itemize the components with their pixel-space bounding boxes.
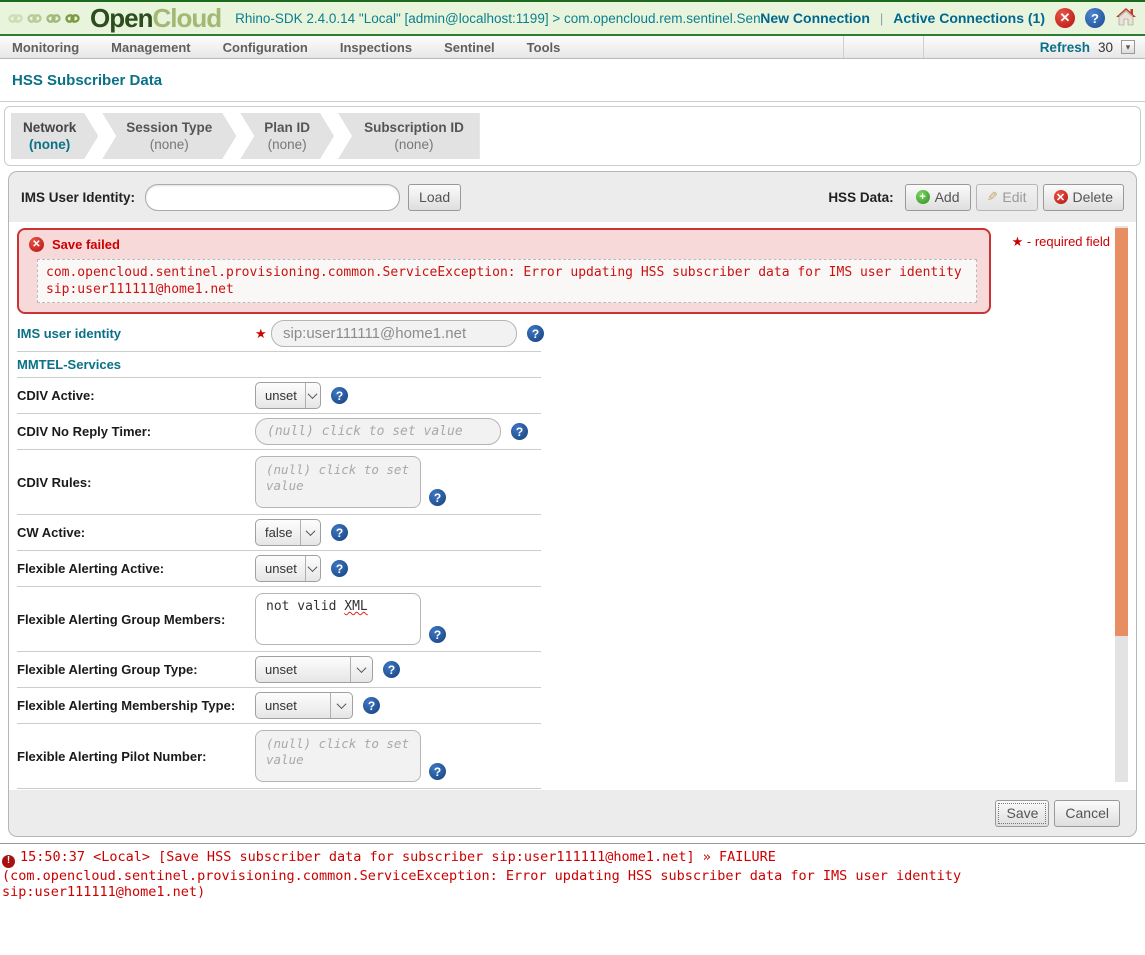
- cdiv-rules-field[interactable]: (null) click to set value: [255, 456, 421, 508]
- help-icon[interactable]: ?: [383, 661, 400, 678]
- menu-sentinel[interactable]: Sentinel: [444, 40, 495, 55]
- menu-configuration[interactable]: Configuration: [223, 40, 308, 55]
- save-button[interactable]: Save: [995, 800, 1049, 827]
- form-row-flexible-alerting-membership-type: Flexible Alerting Membership Type: unset…: [17, 688, 541, 724]
- chevron-down-icon: [301, 529, 320, 536]
- flexible-alerting-pilot-number-field[interactable]: (null) click to set value: [255, 730, 421, 782]
- form-row-cdiv-no-reply-timer: CDIV No Reply Timer: (null) click to set…: [17, 414, 541, 450]
- top-bar: OpenCloud Rhino-SDK 2.4.0.14 "Local" [ad…: [0, 0, 1145, 36]
- menu-bar: Monitoring Management Configuration Insp…: [0, 36, 1145, 59]
- menu-monitoring[interactable]: Monitoring: [12, 40, 79, 55]
- form-row-icb-active: ICB Active: false ?: [17, 789, 541, 790]
- log-line: sip:user111111@home1.net): [2, 884, 1143, 901]
- form-row-flexible-alerting-pilot-number: Flexible Alerting Pilot Number: (null) c…: [17, 724, 541, 789]
- hss-data-label: HSS Data:: [828, 190, 893, 205]
- hss-subscriber-panel: IMS User Identity: Load HSS Data: +Add ✎…: [8, 171, 1137, 837]
- flexible-alerting-membership-type-select[interactable]: unset: [255, 692, 353, 719]
- new-connection-link[interactable]: New Connection: [760, 10, 870, 26]
- scrollbar-thumb[interactable]: [1115, 228, 1128, 636]
- chevron-down-icon: [306, 565, 321, 572]
- form-row-cdiv-rules: CDIV Rules: (null) click to set value ?: [17, 450, 541, 515]
- x-icon: ✕: [1054, 190, 1068, 204]
- help-icon[interactable]: ?: [331, 387, 348, 404]
- cdiv-active-select[interactable]: unset: [255, 382, 321, 409]
- error-detail: com.opencloud.sentinel.provisioning.comm…: [37, 259, 977, 303]
- session-info: Rhino-SDK 2.4.0.14 "Local" [admin@localh…: [235, 11, 760, 26]
- required-field-note: ★ - required field: [1012, 234, 1110, 250]
- field-label: IMS user identity: [17, 326, 255, 341]
- form-row-flexible-alerting-group-members: Flexible Alerting Group Members: not val…: [17, 587, 541, 652]
- flexible-alerting-group-members-field[interactable]: not valid XML: [255, 593, 421, 645]
- panel-toolbar: IMS User Identity: Load HSS Data: +Add ✎…: [9, 172, 1136, 222]
- refresh-interval-stepper[interactable]: ▾: [1121, 40, 1135, 54]
- form-row-flexible-alerting-group-type: Flexible Alerting Group Type: unset ?: [17, 652, 541, 688]
- breadcrumb-step-subscription-id[interactable]: Subscription ID (none): [338, 113, 480, 159]
- form-row-cdiv-active: CDIV Active: unset ?: [17, 378, 541, 414]
- help-icon[interactable]: ?: [331, 560, 348, 577]
- ims-user-identity-input[interactable]: [145, 184, 400, 211]
- refresh-interval: 30: [1098, 40, 1113, 55]
- panel-body: ✕ Save failed com.opencloud.sentinel.pro…: [9, 222, 1136, 790]
- help-icon[interactable]: ?: [429, 626, 446, 643]
- load-button[interactable]: Load: [408, 184, 461, 211]
- help-icon[interactable]: ?: [429, 489, 446, 506]
- help-icon[interactable]: ?: [363, 697, 380, 714]
- title-bar: HSS Subscriber Data: [0, 59, 1145, 102]
- menu-separator: [843, 36, 844, 58]
- link-divider: |: [880, 11, 883, 26]
- page-title: HSS Subscriber Data: [12, 72, 162, 89]
- log-area: !15:50:37 <Local> [Save HSS subscriber d…: [0, 843, 1145, 901]
- breadcrumb: Network (none) Session Type (none) Plan …: [4, 106, 1141, 166]
- form-row-cw-active: CW Active: false ?: [17, 515, 541, 551]
- edit-button[interactable]: ✎Edit: [976, 184, 1038, 211]
- chevron-down-icon: [331, 702, 352, 709]
- breadcrumb-step-session-type[interactable]: Session Type (none): [102, 113, 236, 159]
- chain-logo-icons: [8, 12, 80, 25]
- breadcrumb-step-plan-id[interactable]: Plan ID (none): [240, 113, 334, 159]
- breadcrumb-step-network[interactable]: Network (none): [11, 113, 98, 159]
- error-icon: ✕: [29, 237, 44, 252]
- log-line: (com.opencloud.sentinel.provisioning.com…: [2, 868, 1143, 885]
- flexible-alerting-active-select[interactable]: unset: [255, 555, 321, 582]
- help-icon[interactable]: ?: [511, 423, 528, 440]
- required-star: ★: [255, 326, 271, 342]
- cancel-button[interactable]: Cancel: [1054, 800, 1120, 827]
- menu-separator: [923, 36, 924, 58]
- ims-user-identity-label: IMS User Identity:: [21, 190, 135, 205]
- menu-tools[interactable]: Tools: [527, 40, 561, 55]
- form-row-flexible-alerting-active: Flexible Alerting Active: unset ?: [17, 551, 541, 587]
- help-icon[interactable]: ?: [1085, 8, 1105, 28]
- error-title: Save failed: [52, 237, 120, 252]
- home-icon[interactable]: [1115, 7, 1137, 30]
- subscriber-form: IMS user identity ★ sip:user111111@home1…: [17, 316, 541, 790]
- pencil-icon: ✎: [987, 189, 998, 205]
- cdiv-no-reply-timer-field[interactable]: (null) click to set value: [255, 418, 501, 445]
- error-banner: ✕ Save failed com.opencloud.sentinel.pro…: [17, 228, 991, 314]
- close-connection-icon[interactable]: ✕: [1055, 8, 1075, 28]
- panel-footer: Save Cancel: [9, 790, 1136, 836]
- refresh-button[interactable]: Refresh: [1040, 40, 1090, 55]
- flexible-alerting-group-type-select[interactable]: unset: [255, 656, 373, 683]
- plus-icon: +: [916, 190, 930, 204]
- misspelled-text: XML: [344, 599, 367, 614]
- help-icon[interactable]: ?: [331, 524, 348, 541]
- delete-button[interactable]: ✕Delete: [1043, 184, 1124, 211]
- menu-management[interactable]: Management: [111, 40, 190, 55]
- section-mmtel-services: MMTEL-Services: [17, 352, 541, 378]
- log-line: !15:50:37 <Local> [Save HSS subscriber d…: [2, 849, 1143, 868]
- add-button[interactable]: +Add: [905, 184, 971, 211]
- cw-active-select[interactable]: false: [255, 519, 321, 546]
- scrollbar-track[interactable]: [1115, 226, 1128, 782]
- ims-user-identity-field[interactable]: sip:user111111@home1.net: [271, 320, 517, 347]
- form-row-ims-user-identity: IMS user identity ★ sip:user111111@home1…: [17, 316, 541, 352]
- opencloud-logo: OpenCloud: [90, 5, 221, 31]
- log-error-icon: !: [2, 855, 15, 868]
- menu-inspections[interactable]: Inspections: [340, 40, 412, 55]
- chevron-down-icon: [351, 666, 372, 673]
- chevron-down-icon: [306, 392, 321, 399]
- help-icon[interactable]: ?: [429, 763, 446, 780]
- active-connections-link[interactable]: Active Connections (1): [893, 10, 1045, 26]
- help-icon[interactable]: ?: [527, 325, 544, 342]
